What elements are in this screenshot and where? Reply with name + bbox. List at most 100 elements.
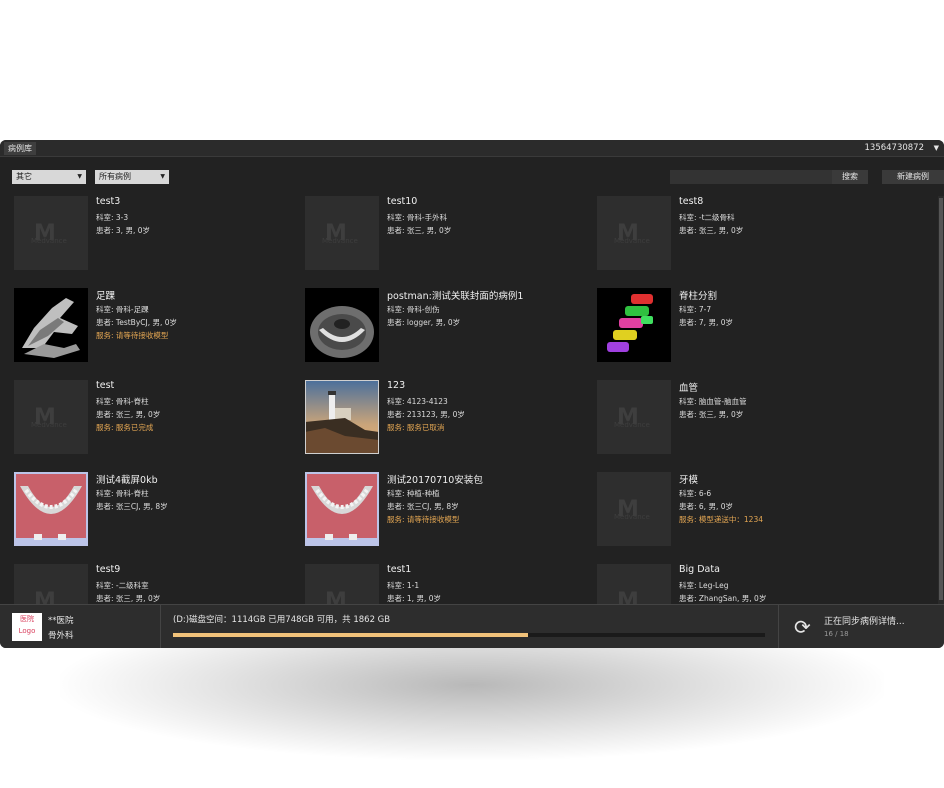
disk-usage-fill — [173, 633, 529, 637]
placeholder-icon: MMedvance — [597, 196, 671, 270]
case-card[interactable]: M Medvance 血管 科室: 脑血管-脑血管 患者: 张三, 男, 0岁 — [597, 380, 887, 472]
case-department: 科室: -t二级骨科 — [679, 213, 735, 222]
divider — [778, 605, 779, 648]
case-service-status: 服务: 请等待接收模型 — [387, 515, 460, 524]
case-patient: 患者: 张三, 男, 0岁 — [679, 226, 744, 235]
case-patient: 患者: 张三, 男, 0岁 — [387, 226, 452, 235]
placeholder-icon: MMedvance — [14, 380, 88, 454]
chevron-down-icon[interactable]: ▼ — [934, 142, 939, 154]
case-card[interactable]: postman:测试关联封面的病例1 科室: 骨科-创伤患者: logger, 男… — [305, 288, 595, 380]
case-department: 科室: 4123-4123 — [387, 397, 448, 406]
case-thumbnail[interactable]: MMedvance — [597, 380, 671, 454]
case-thumbnail[interactable]: MMedvance — [14, 380, 88, 454]
case-title: Big Data — [679, 564, 720, 575]
case-department: 科室: 骨科-足踝 — [96, 305, 149, 314]
case-card[interactable]: 测试4截屏0kb 科室: 骨科-脊柱患者: 张三CJ, 男, 8岁 — [14, 472, 304, 564]
case-thumbnail[interactable]: MMedvance — [305, 196, 379, 270]
disk-space-text: (D:)磁盘空间：1114GB 已用748GB 可用，共 1862 GB — [173, 615, 391, 625]
case-department: 科室: -二级科室 — [96, 581, 149, 590]
case-thumbnail[interactable]: MMedvance — [305, 564, 379, 604]
placeholder-icon: MMedvance — [305, 196, 379, 270]
case-thumbnail[interactable] — [305, 288, 379, 362]
hospital-name: **医院 — [48, 616, 74, 626]
case-thumbnail[interactable]: MMedvance — [14, 196, 88, 270]
case-department: 科室: 骨科-脊柱 — [96, 489, 149, 498]
case-title: 牙模 — [679, 475, 699, 486]
account-name[interactable]: 13564730872 — [865, 140, 925, 156]
case-thumbnail[interactable] — [597, 288, 671, 362]
new-case-button[interactable]: 新建病例 — [882, 170, 944, 184]
status-footer: 医院 Logo **医院 骨外科 (D:)磁盘空间：1114GB 已用748GB… — [0, 604, 944, 648]
case-department: 科室: Leg-Leg — [679, 581, 729, 590]
case-patient: 患者: 张三, 男, 0岁 — [96, 410, 161, 419]
chevron-down-icon: ▼ — [160, 173, 165, 180]
category-filter-value: 其它 — [16, 172, 32, 181]
case-service-status: 服务: 模型递送中：1234 — [679, 515, 763, 524]
brand-logo-icon: M — [34, 589, 56, 604]
case-thumbnail[interactable]: MMedvance — [597, 564, 671, 604]
chevron-down-icon: ▼ — [77, 173, 82, 180]
case-card[interactable]: M Medvance 牙模 科室: 6-6 患者: 6, 男, 0岁 服务: 模型递送中：… — [597, 472, 887, 564]
case-card[interactable]: M Medvance test3 科室: 3-3 患者: 3, 男, 0岁 — [14, 196, 304, 288]
logo-line-2: Logo — [18, 627, 36, 635]
case-thumbnail[interactable] — [305, 472, 379, 546]
case-card[interactable]: 测试20170710安装包 科室: 种植-种植患者: 张三CJ, 男, 8岁 服务:… — [305, 472, 595, 564]
case-thumbnail[interactable] — [14, 472, 88, 546]
case-card[interactable]: MMedvance test9 科室: -二级科室患者: 张三, 男, 0岁 — [14, 564, 304, 604]
case-department: 科室: 骨科-创伤 — [387, 305, 440, 314]
case-department: 科室: 1-1 — [387, 581, 420, 590]
brand-watermark: Medvance — [322, 237, 358, 245]
case-patient: 患者: 张三CJ, 男, 8岁 — [387, 502, 459, 511]
placeholder-icon: MMedvance — [14, 564, 88, 604]
case-thumbnail[interactable]: MMedvance — [597, 472, 671, 546]
case-department: 科室: 种植-种植 — [387, 489, 440, 498]
case-patient: 患者: ZhangSan, 男, 0岁 — [679, 594, 767, 603]
case-title: postman:测试关联封面的病例1 — [387, 291, 524, 302]
case-department: 科室: 脑血管-脑血管 — [679, 397, 747, 406]
tab-case-library[interactable]: 病例库 — [4, 142, 36, 155]
case-card[interactable]: MMedvance Big Data 科室: Leg-Leg 患者: ZhangSan… — [597, 564, 887, 604]
placeholder-icon: MMedvance — [597, 564, 671, 604]
hospital-logo: 医院 Logo — [12, 613, 42, 641]
case-patient: 患者: 张三CJ, 男, 8岁 — [96, 502, 168, 511]
case-thumbnail[interactable] — [14, 288, 88, 362]
case-department: 科室: 3-3 — [96, 213, 129, 222]
search-button[interactable]: 搜索 — [832, 170, 868, 184]
divider — [160, 605, 161, 648]
placeholder-icon: MMedvance — [597, 472, 671, 546]
case-card[interactable]: 脊柱分割 科室: 7-7 患者: 7, 男, 0岁 — [597, 288, 887, 380]
case-thumbnail[interactable]: MMedvance — [14, 564, 88, 604]
case-card[interactable]: M Medvance test10 科室: 骨科-手外科 患者: 张三, 男, 0岁 — [305, 196, 595, 288]
placeholder-icon: MMedvance — [305, 564, 379, 604]
case-title: test8 — [679, 196, 704, 207]
title-bar: 病例库 13564730872 ▼ — [0, 140, 944, 157]
search-input[interactable] — [670, 170, 832, 184]
sync-icon[interactable]: ⟳ — [794, 615, 811, 639]
case-patient: 患者: TestByCJ, 男, 0岁 — [96, 318, 178, 327]
case-title: 测试20170710安装包 — [387, 475, 483, 486]
case-filter-select[interactable]: 所有病例 ▼ — [95, 170, 169, 184]
case-title: test3 — [96, 196, 121, 207]
category-filter-select[interactable]: 其它 ▼ — [12, 170, 86, 184]
scrollbar[interactable] — [938, 196, 944, 604]
case-card[interactable]: 足踝 科室: 骨科-足踝 患者: TestByCJ, 男, 0岁 服务: 请等待接收模… — [14, 288, 304, 380]
case-card[interactable]: M Medvance test8 科室: -t二级骨科 患者: 张三, 男, 0岁 — [597, 196, 887, 288]
sync-count: 16 / 18 — [824, 630, 849, 638]
case-patient: 患者: logger, 男, 0岁 — [387, 318, 461, 327]
case-filter-value: 所有病例 — [99, 172, 131, 181]
brand-watermark: Medvance — [31, 237, 67, 245]
department-name: 骨外科 — [48, 631, 74, 641]
case-patient: 患者: 6, 男, 0岁 — [679, 502, 733, 511]
case-card[interactable]: M Medvance test 科室: 骨科-脊柱 患者: 张三, 男, 0岁 服务: 服… — [14, 380, 304, 472]
case-title: 测试4截屏0kb — [96, 475, 158, 486]
case-patient: 患者: 213123, 男, 0岁 — [387, 410, 465, 419]
case-card[interactable]: 123 科室: 4123-4123 患者: 213123, 男, 0岁 服务: 服务已… — [305, 380, 595, 472]
brand-watermark: Medvance — [614, 513, 650, 521]
case-thumbnail[interactable]: MMedvance — [597, 196, 671, 270]
case-title: test1 — [387, 564, 412, 575]
case-title: 123 — [387, 380, 406, 391]
case-title: test9 — [96, 564, 121, 575]
scrollbar-thumb[interactable] — [939, 198, 943, 600]
case-card[interactable]: MMedvance test1 科室: 1-1 患者: 1, 男, 0岁 — [305, 564, 595, 604]
case-thumbnail[interactable] — [305, 380, 379, 454]
